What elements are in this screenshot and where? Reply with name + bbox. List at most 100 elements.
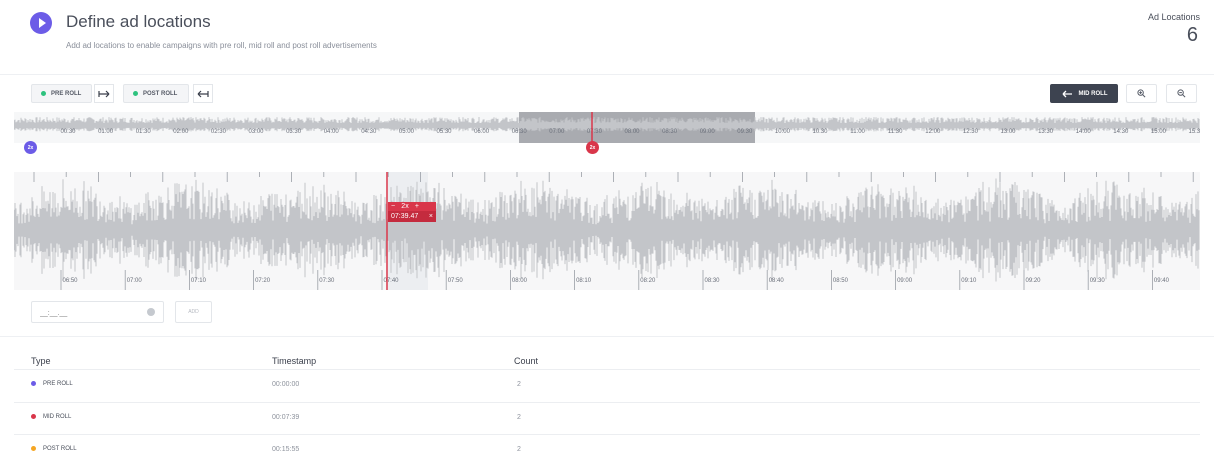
overview-tick-label: 10:00 <box>775 129 791 135</box>
row-type: PRE ROLL <box>43 381 73 388</box>
divider <box>0 336 1214 337</box>
page-subtitle: Add ad locations to enable campaigns wit… <box>66 41 377 50</box>
zoom-in-icon <box>1137 89 1146 98</box>
overview-tick-label: 04:00 <box>324 129 340 135</box>
overview-tick-label: 08:30 <box>662 129 678 135</box>
row-count: 2 <box>517 414 521 421</box>
overview-tick-label: 00:30 <box>60 129 76 135</box>
overview-tick-label: 02:00 <box>173 129 189 135</box>
table-row[interactable]: POST ROLL 00:15:55 2 <box>14 434 1200 465</box>
row-count: 2 <box>517 446 521 453</box>
overview-tick-label: 13:00 <box>1000 129 1016 135</box>
column-header-type: Type <box>31 356 51 366</box>
overview-tick-label: 15:30 <box>1188 129 1200 135</box>
pre-roll-button[interactable]: PRE ROLL <box>31 84 92 103</box>
detail-tick-label: 09:10 <box>961 278 977 284</box>
insert-pre-roll-icon[interactable] <box>94 84 114 103</box>
type-dot <box>31 414 36 419</box>
detail-tick-label: 09:20 <box>1025 278 1041 284</box>
column-header-timestamp: Timestamp <box>272 356 317 366</box>
overview-tick-label: 01:00 <box>98 129 114 135</box>
detail-tick-label: 07:10 <box>191 278 207 284</box>
pre-roll-label: PRE ROLL <box>51 90 82 97</box>
status-dot <box>41 91 46 96</box>
timestamp-input[interactable] <box>40 303 140 324</box>
timestamp-input-field[interactable] <box>31 301 164 324</box>
overview-tick-label: 12:00 <box>925 129 941 135</box>
increase-count-button[interactable]: + <box>415 203 419 210</box>
overview-tick-label: 05:00 <box>399 129 415 135</box>
overview-tick-label: 08:00 <box>624 129 640 135</box>
mid-roll-label: MID ROLL <box>1078 90 1108 97</box>
detail-tick-label: 09:40 <box>1154 278 1170 284</box>
overview-tick-label: 14:30 <box>1113 129 1129 135</box>
flag-time: 07:39.47 <box>391 213 419 220</box>
decrease-count-button[interactable]: − <box>391 203 395 210</box>
detail-tick-label: 07:20 <box>255 278 271 284</box>
overview-tick-label: 01:30 <box>136 129 152 135</box>
zoom-out-icon <box>1177 89 1186 98</box>
detail-tick-label: 06:50 <box>62 278 78 284</box>
table-row[interactable]: PRE ROLL 00:00:00 2 <box>14 369 1200 400</box>
overview-tick-label: 03:30 <box>286 129 302 135</box>
clock-icon <box>147 308 155 316</box>
overview-tick-label: 15:00 <box>1151 129 1167 135</box>
insert-arrow-icon <box>1062 90 1072 97</box>
insert-post-roll-icon[interactable] <box>193 84 213 103</box>
overview-tick-label: 11:00 <box>850 129 865 135</box>
post-roll-label: POST ROLL <box>143 90 178 97</box>
status-dot <box>133 91 138 96</box>
mid-roll-flag[interactable]: − 2x + 07:39.47 × <box>388 202 436 222</box>
row-timestamp: 00:00:00 <box>272 381 300 388</box>
pre-roll-marker[interactable]: 2x <box>24 141 37 154</box>
waveform <box>13 178 1200 282</box>
overview-tick-label: 05:30 <box>436 129 452 135</box>
add-button[interactable]: ADD <box>175 301 212 323</box>
ad-locations-count: 6 <box>1186 24 1198 46</box>
detail-tick-label: 07:50 <box>448 278 464 284</box>
overview-tick-label: 06:00 <box>474 129 490 135</box>
detail-tick-label: 09:00 <box>897 278 913 284</box>
overview-tick-label: 09:30 <box>737 129 753 135</box>
overview-tick-label: 13:30 <box>1038 129 1054 135</box>
ad-locations-label: Ad Locations <box>1147 12 1200 22</box>
detail-tick-label: 07:00 <box>127 278 143 284</box>
detail-tick-label: 09:30 <box>1090 278 1106 284</box>
overview-tick-label: 07:00 <box>549 129 565 135</box>
detail-tick-label: 08:00 <box>512 278 528 284</box>
detail-tick-label: 08:10 <box>576 278 592 284</box>
type-dot <box>31 446 36 451</box>
overview-tick-label: 04:30 <box>361 129 377 135</box>
overview-tick-label: 11:30 <box>888 129 903 135</box>
detail-tick-label: 08:50 <box>833 278 849 284</box>
table-row[interactable]: MID ROLL 00:07:39 2 <box>14 402 1200 433</box>
page-header: Define ad locations Add ad locations to … <box>0 0 1214 75</box>
overview-tick-label: 06:30 <box>512 129 528 135</box>
row-type: POST ROLL <box>43 446 77 453</box>
overview-tick-label: 09:00 <box>700 129 716 135</box>
zoom-in-button[interactable] <box>1126 84 1157 103</box>
detail-tick-label: 08:20 <box>640 278 656 284</box>
mid-roll-button[interactable]: MID ROLL <box>1050 84 1118 103</box>
overview-tick-label: 12:30 <box>963 129 979 135</box>
overview-tick-label: 07:30 <box>587 129 603 135</box>
overview-tick-label: 03:00 <box>248 129 264 135</box>
overview-waveform[interactable]: 00:30 01:00 01:30 02:00 02:30 03:00 03:30 04:00… <box>13 112 1204 143</box>
detail-waveform[interactable]: 06:50 07:00 07:10 07:20 07:30 07:40 07:50 08:00… <box>13 172 1200 290</box>
detail-tick-label: 08:40 <box>769 278 785 284</box>
zoom-out-button[interactable] <box>1166 84 1197 103</box>
detail-tick-label: 07:40 <box>383 278 399 284</box>
overview-tick-label: 10:30 <box>812 129 828 135</box>
overview-tick-label: 02:30 <box>211 129 227 135</box>
type-dot <box>31 381 36 386</box>
play-icon[interactable] <box>30 12 52 34</box>
row-count: 2 <box>517 381 521 388</box>
detail-tick-label: 08:30 <box>704 278 720 284</box>
post-roll-button[interactable]: POST ROLL <box>123 84 189 103</box>
detail-tick-label: 07:30 <box>319 278 335 284</box>
remove-flag-icon[interactable]: × <box>429 213 433 220</box>
overview-tick-label: 14:00 <box>1076 129 1092 135</box>
column-header-count: Count <box>514 356 539 366</box>
mid-roll-marker[interactable]: 2x <box>586 141 599 154</box>
flag-count: 2x <box>401 203 409 210</box>
